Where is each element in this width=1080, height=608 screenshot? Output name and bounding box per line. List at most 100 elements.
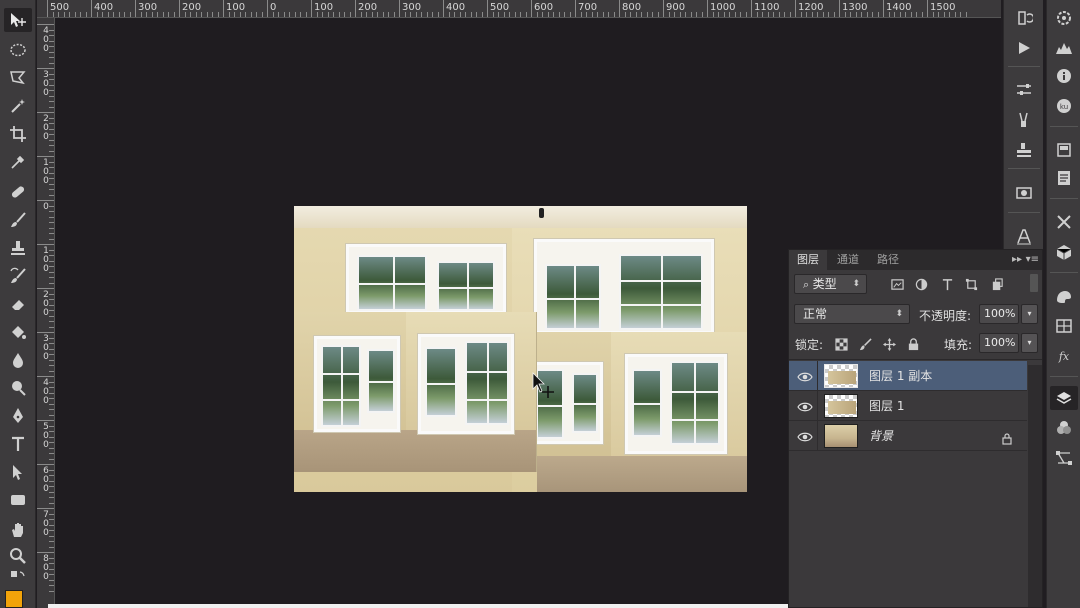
grid-icon[interactable]: [1050, 314, 1078, 338]
navigator-icon[interactable]: [1050, 138, 1078, 162]
magic-wand-icon[interactable]: [4, 94, 32, 118]
foreground-color-swatch[interactable]: [5, 590, 23, 608]
rectangle-icon[interactable]: [4, 488, 32, 512]
layer-row[interactable]: 图层 1: [789, 391, 1027, 421]
filter-type-select[interactable]: ⌕ 类型 ⬍: [794, 274, 867, 294]
move-tool-icon[interactable]: [4, 8, 32, 32]
smart-object-filter-icon[interactable]: [989, 276, 1005, 292]
history-icon[interactable]: [1010, 6, 1038, 30]
info-icon[interactable]: [1050, 64, 1078, 88]
histogram-icon[interactable]: [1050, 36, 1078, 60]
swap-colors-icon[interactable]: [4, 570, 32, 586]
opacity-input[interactable]: 100%: [979, 304, 1019, 324]
lock-icon[interactable]: [1001, 430, 1013, 445]
ruler-minor-tick: [74, 12, 76, 17]
blur-icon[interactable]: [4, 348, 32, 372]
type-filter-icon[interactable]: [939, 276, 955, 292]
adjustment-filter-icon[interactable]: [913, 276, 929, 292]
layer-row[interactable]: 图层 1 副本: [789, 361, 1027, 391]
paths-icon[interactable]: [1050, 446, 1078, 470]
tools-icon[interactable]: [1050, 210, 1078, 234]
lock-position-icon[interactable]: [881, 336, 897, 352]
ruler-minor-tick: [49, 205, 54, 207]
layer-name[interactable]: 图层 1 副本: [869, 361, 932, 391]
tab-paths[interactable]: 路径: [869, 250, 907, 270]
ruler-minor-tick: [305, 12, 307, 17]
crop-icon[interactable]: [4, 122, 32, 146]
eyedropper-icon[interactable]: [4, 150, 32, 174]
layer-name[interactable]: 背景: [869, 421, 893, 451]
channels-icon[interactable]: [1050, 416, 1078, 440]
layers-scrollbar[interactable]: [1028, 365, 1042, 607]
horizontal-ruler: 500 400 300 200 100 0 100 200 300 400 500 600 700 800…: [37, 0, 1001, 18]
hand-icon[interactable]: [4, 518, 32, 542]
ruler-minor-tick: [888, 12, 890, 17]
type-icon[interactable]: [4, 432, 32, 456]
panel-menu-icon[interactable]: ▾≡: [1026, 254, 1039, 265]
collapse-panel-icon[interactable]: ▸▸: [1012, 254, 1022, 265]
layer-name[interactable]: 图层 1: [869, 391, 904, 421]
shape-filter-icon[interactable]: [963, 276, 979, 292]
ruler-minor-tick: [520, 12, 521, 17]
ruler-minor-tick: [844, 12, 846, 17]
polygonal-lasso-icon[interactable]: [4, 66, 32, 90]
layers-icon[interactable]: [1050, 386, 1078, 410]
kuler-icon[interactable]: ku: [1050, 94, 1078, 118]
ruler-minor-tick: [789, 12, 791, 17]
layer-row[interactable]: 背景: [789, 421, 1027, 451]
ruler-minor-tick: [712, 12, 714, 17]
ruler-minor-tick: [49, 315, 54, 317]
clone-source-icon[interactable]: [1010, 138, 1038, 162]
ruler-minor-tick: [756, 12, 758, 17]
swatches-icon[interactable]: [1050, 284, 1078, 308]
pen-icon[interactable]: [4, 404, 32, 428]
paint-bucket-icon[interactable]: [4, 320, 32, 344]
character-icon[interactable]: [1010, 224, 1038, 248]
ruler-minor-tick: [861, 12, 862, 17]
lock-all-icon[interactable]: [905, 336, 921, 352]
ruler-minor-tick: [49, 568, 54, 570]
panel-tabs: 图层 通道 路径 ▸▸ ▾≡: [789, 250, 1042, 270]
3d-cube-icon[interactable]: [1050, 240, 1078, 264]
notes-icon[interactable]: [1050, 166, 1078, 190]
dodge-icon[interactable]: [4, 376, 32, 400]
tab-layers[interactable]: 图层: [789, 250, 827, 270]
ruler-minor-tick: [52, 12, 54, 17]
filter-toggle-switch[interactable]: [1030, 274, 1038, 292]
adjustments-icon[interactable]: [1010, 78, 1038, 102]
tool-presets-icon[interactable]: [1010, 180, 1038, 204]
visibility-eye-icon[interactable]: [797, 399, 813, 413]
elliptical-marquee-icon[interactable]: [4, 38, 32, 62]
ruler-minor-tick: [49, 326, 54, 328]
ruler-minor-tick: [49, 266, 54, 267]
blend-mode-select[interactable]: 正常 ⬍: [794, 304, 910, 324]
zoom-icon[interactable]: [4, 544, 32, 568]
healing-brush-icon[interactable]: [4, 180, 32, 204]
fill-dropdown-button[interactable]: ▾: [1021, 333, 1038, 353]
pixel-filter-icon[interactable]: [889, 276, 905, 292]
ruler-minor-tick: [877, 12, 879, 17]
lock-image-pixels-icon[interactable]: [857, 336, 873, 352]
brush-presets-icon[interactable]: [1010, 108, 1038, 132]
fx-icon[interactable]: fx: [1050, 344, 1078, 368]
updown-arrow-icon: ⬍: [895, 309, 903, 319]
ruler-minor-tick: [49, 359, 54, 361]
play-action-icon[interactable]: [1010, 36, 1038, 60]
brush-icon[interactable]: [4, 208, 32, 232]
lock-transparent-pixels-icon[interactable]: [833, 336, 849, 352]
ruler-minor-tick: [49, 491, 54, 493]
path-selection-icon[interactable]: [4, 460, 32, 484]
tab-channels[interactable]: 通道: [829, 250, 867, 270]
color-wheel-icon[interactable]: [1050, 6, 1078, 30]
opacity-dropdown-button[interactable]: ▾: [1021, 304, 1038, 324]
visibility-eye-icon[interactable]: [797, 429, 813, 443]
visibility-eye-icon[interactable]: [797, 369, 813, 383]
clone-stamp-icon[interactable]: [4, 236, 32, 260]
history-brush-icon[interactable]: [4, 264, 32, 288]
fill-input[interactable]: 100%: [979, 333, 1019, 353]
ruler-minor-tick: [894, 12, 895, 17]
document-image[interactable]: [294, 206, 747, 492]
ruler-minor-tick: [239, 12, 241, 17]
eraser-icon[interactable]: [4, 292, 32, 316]
ruler-minor-tick: [910, 12, 912, 17]
